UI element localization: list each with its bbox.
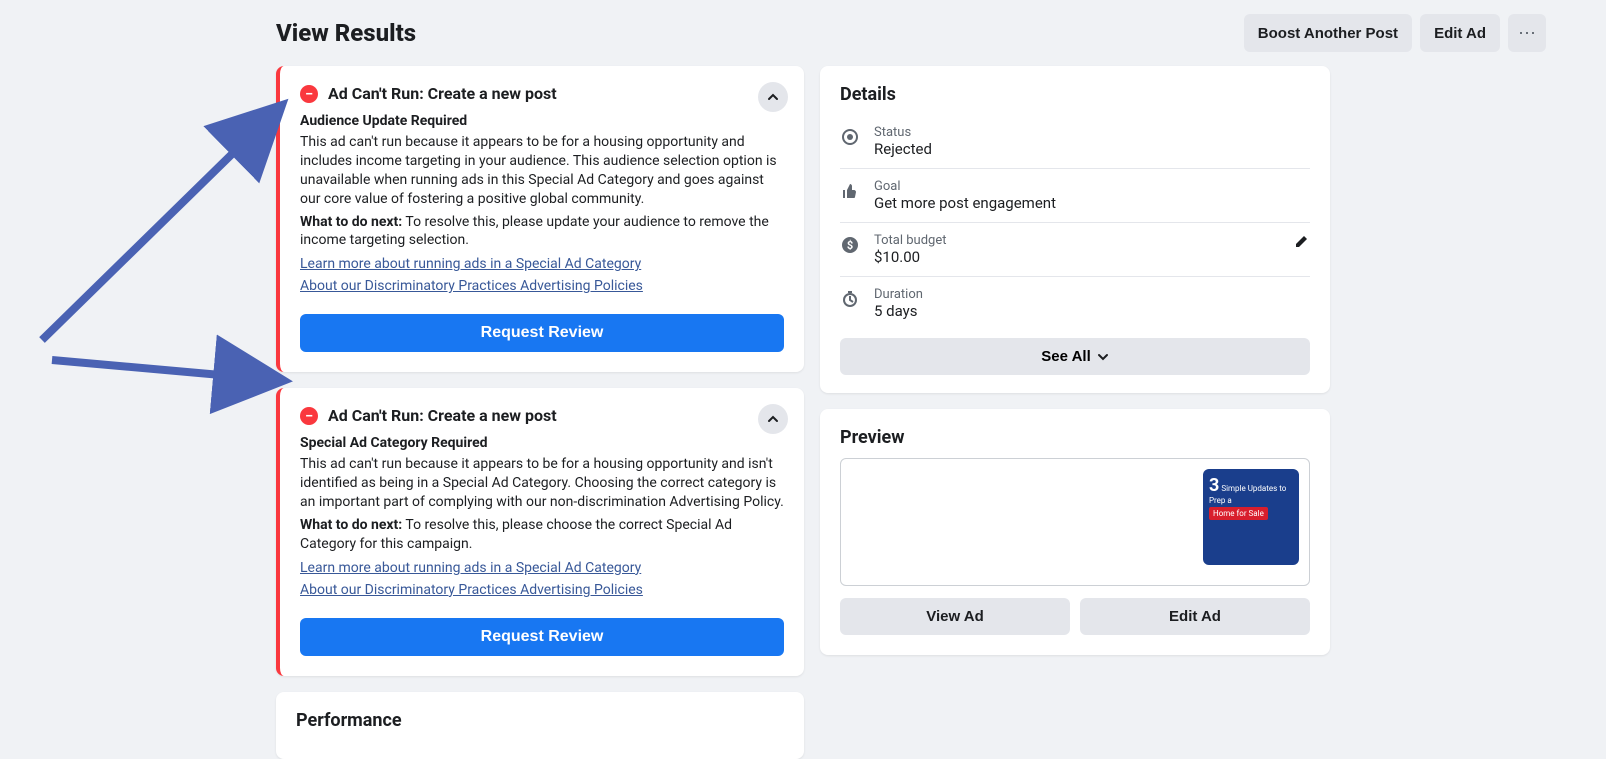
preview-box: 3 Simple Updates to Prep a Home for Sale xyxy=(840,458,1310,586)
policies-link[interactable]: About our Discriminatory Practices Adver… xyxy=(300,582,643,598)
see-all-button[interactable]: See All xyxy=(840,338,1310,375)
chevron-up-icon xyxy=(767,413,779,425)
alert-card: – Ad Can't Run: Create a new post Specia… xyxy=(276,388,804,675)
alert-subtitle: Audience Update Required xyxy=(300,113,784,129)
edit-ad-header-button[interactable]: Edit Ad xyxy=(1420,14,1500,52)
duration-label: Duration xyxy=(874,287,1310,302)
error-icon: – xyxy=(300,85,318,103)
status-value: Rejected xyxy=(874,140,1310,158)
edit-budget-button[interactable] xyxy=(1294,233,1310,253)
thumbs-up-icon xyxy=(840,181,860,201)
status-icon xyxy=(840,127,860,147)
alert-next: What to do next: To resolve this, please… xyxy=(300,516,784,554)
stopwatch-icon xyxy=(840,289,860,309)
alert-next: What to do next: To resolve this, please… xyxy=(300,213,784,251)
details-card: Details Status Rejected Goal Get more po… xyxy=(820,66,1330,393)
alert-subtitle: Special Ad Category Required xyxy=(300,435,784,451)
page-title: View Results xyxy=(276,19,416,47)
budget-label: Total budget xyxy=(874,233,1280,248)
learn-more-link[interactable]: Learn more about running ads in a Specia… xyxy=(300,256,641,272)
details-title: Details xyxy=(840,84,1310,105)
budget-value: $10.00 xyxy=(874,248,1280,266)
edit-ad-button[interactable]: Edit Ad xyxy=(1080,598,1310,635)
alert-body: This ad can't run because it appears to … xyxy=(300,133,784,209)
duration-value: 5 days xyxy=(874,302,1310,320)
chevron-down-icon xyxy=(1097,351,1109,363)
view-ad-button[interactable]: View Ad xyxy=(840,598,1070,635)
policies-link[interactable]: About our Discriminatory Practices Adver… xyxy=(300,278,643,294)
thumb-number: 3 xyxy=(1209,475,1219,496)
collapse-button[interactable] xyxy=(758,404,788,434)
boost-another-post-button[interactable]: Boost Another Post xyxy=(1244,14,1412,52)
thumb-line: Simple Updates to Prep a xyxy=(1209,484,1286,505)
performance-title: Performance xyxy=(296,710,784,731)
alert-title: Ad Can't Run: Create a new post xyxy=(328,84,557,103)
learn-more-link[interactable]: Learn more about running ads in a Specia… xyxy=(300,560,641,576)
chevron-up-icon xyxy=(767,91,779,103)
error-icon: – xyxy=(300,407,318,425)
dollar-icon: $ xyxy=(840,235,860,255)
thumb-tag: Home for Sale xyxy=(1209,507,1268,520)
request-review-button[interactable]: Request Review xyxy=(300,618,784,656)
more-options-button[interactable]: ⋯ xyxy=(1508,14,1546,52)
ellipsis-icon: ⋯ xyxy=(1518,23,1536,44)
collapse-button[interactable] xyxy=(758,82,788,112)
preview-card: Preview 3 Simple Updates to Prep a Home … xyxy=(820,409,1330,655)
performance-card: Performance xyxy=(276,692,804,759)
svg-text:$: $ xyxy=(847,239,853,252)
ad-thumbnail[interactable]: 3 Simple Updates to Prep a Home for Sale xyxy=(1203,469,1299,565)
alert-card: – Ad Can't Run: Create a new post Audien… xyxy=(276,66,804,372)
alert-title: Ad Can't Run: Create a new post xyxy=(328,406,557,425)
goal-value: Get more post engagement xyxy=(874,194,1310,212)
preview-title: Preview xyxy=(840,427,1310,448)
request-review-button[interactable]: Request Review xyxy=(300,314,784,352)
goal-label: Goal xyxy=(874,179,1310,194)
pencil-icon xyxy=(1294,233,1310,249)
alert-body: This ad can't run because it appears to … xyxy=(300,455,784,512)
status-label: Status xyxy=(874,125,1310,140)
